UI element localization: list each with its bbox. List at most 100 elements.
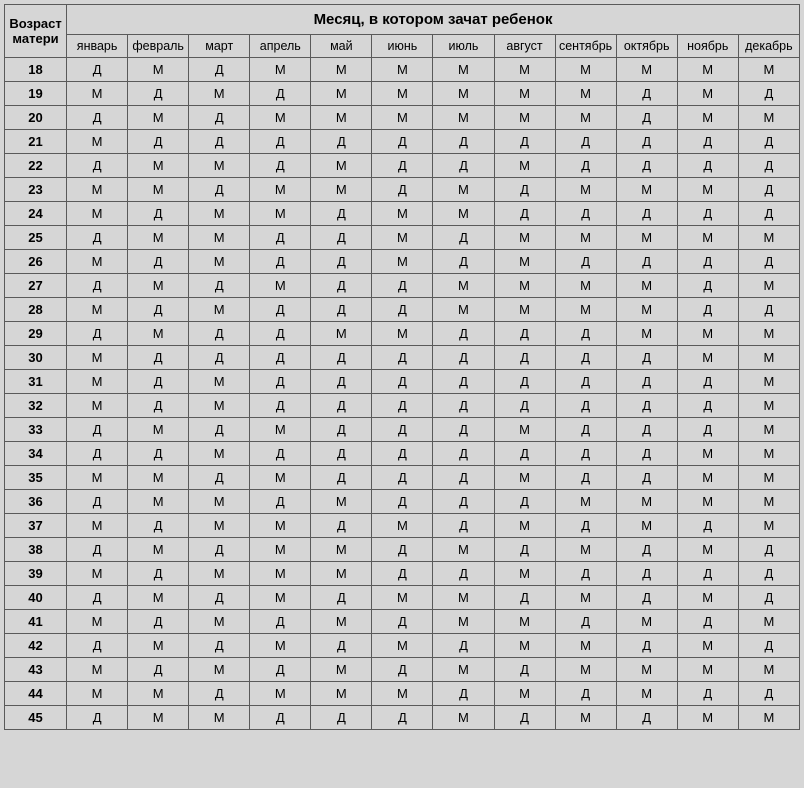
age-cell: 36 xyxy=(5,490,67,514)
value-cell: Д xyxy=(677,274,738,298)
value-cell: Д xyxy=(738,154,799,178)
value-cell: Д xyxy=(555,130,616,154)
value-cell: Д xyxy=(372,418,433,442)
value-cell: М xyxy=(128,538,189,562)
value-cell: Д xyxy=(311,586,372,610)
age-cell: 45 xyxy=(5,706,67,730)
age-cell: 20 xyxy=(5,106,67,130)
value-cell: М xyxy=(738,322,799,346)
value-cell: Д xyxy=(250,250,311,274)
value-cell: Д xyxy=(128,394,189,418)
value-cell: Д xyxy=(494,490,555,514)
value-cell: Д xyxy=(250,490,311,514)
value-cell: М xyxy=(555,82,616,106)
value-cell: Д xyxy=(189,178,250,202)
value-cell: М xyxy=(494,562,555,586)
value-cell: Д xyxy=(250,154,311,178)
value-cell: Д xyxy=(433,634,494,658)
table-row: 34ДДМДДДДДДДММ xyxy=(5,442,800,466)
month-header: январь xyxy=(67,35,128,58)
value-cell: М xyxy=(433,610,494,634)
value-cell: М xyxy=(311,106,372,130)
value-cell: М xyxy=(616,178,677,202)
table-row: 18ДМДМММММММММ xyxy=(5,58,800,82)
month-header: сентябрь xyxy=(555,35,616,58)
table-row: 21МДДДДДДДДДДД xyxy=(5,130,800,154)
value-cell: М xyxy=(433,706,494,730)
age-cell: 42 xyxy=(5,634,67,658)
value-cell: Д xyxy=(128,370,189,394)
value-cell: Д xyxy=(555,202,616,226)
value-cell: Д xyxy=(250,130,311,154)
age-cell: 23 xyxy=(5,178,67,202)
value-cell: М xyxy=(67,562,128,586)
value-cell: М xyxy=(555,178,616,202)
value-cell: М xyxy=(494,634,555,658)
value-cell: М xyxy=(128,466,189,490)
value-cell: М xyxy=(433,298,494,322)
value-cell: Д xyxy=(67,274,128,298)
value-cell: Д xyxy=(677,250,738,274)
value-cell: Д xyxy=(616,370,677,394)
value-cell: М xyxy=(738,370,799,394)
value-cell: М xyxy=(189,442,250,466)
month-header: май xyxy=(311,35,372,58)
value-cell: Д xyxy=(433,346,494,370)
value-cell: Д xyxy=(616,82,677,106)
value-cell: М xyxy=(677,658,738,682)
value-cell: М xyxy=(128,682,189,706)
value-cell: М xyxy=(738,418,799,442)
value-cell: Д xyxy=(738,298,799,322)
value-cell: М xyxy=(189,82,250,106)
table-row: 43МДМДМДМДММММ xyxy=(5,658,800,682)
value-cell: Д xyxy=(738,682,799,706)
value-cell: М xyxy=(738,706,799,730)
value-cell: Д xyxy=(433,250,494,274)
value-cell: М xyxy=(128,154,189,178)
value-cell: Д xyxy=(555,370,616,394)
value-cell: М xyxy=(311,322,372,346)
value-cell: Д xyxy=(67,106,128,130)
value-cell: М xyxy=(311,490,372,514)
value-cell: Д xyxy=(189,58,250,82)
value-cell: Д xyxy=(67,418,128,442)
value-cell: М xyxy=(250,682,311,706)
value-cell: Д xyxy=(250,226,311,250)
value-cell: Д xyxy=(189,634,250,658)
value-cell: Д xyxy=(555,154,616,178)
value-cell: Д xyxy=(372,490,433,514)
value-cell: Д xyxy=(250,706,311,730)
value-cell: Д xyxy=(677,394,738,418)
value-cell: Д xyxy=(433,154,494,178)
value-cell: Д xyxy=(677,370,738,394)
value-cell: Д xyxy=(433,682,494,706)
value-cell: М xyxy=(128,490,189,514)
age-cell: 18 xyxy=(5,58,67,82)
value-cell: М xyxy=(128,706,189,730)
age-cell: 30 xyxy=(5,346,67,370)
value-cell: Д xyxy=(372,610,433,634)
value-cell: Д xyxy=(494,202,555,226)
value-cell: М xyxy=(494,682,555,706)
value-cell: М xyxy=(433,58,494,82)
gender-prediction-table: Возраст матери Месяц, в котором зачат ре… xyxy=(4,4,800,730)
value-cell: Д xyxy=(372,562,433,586)
age-cell: 28 xyxy=(5,298,67,322)
table-row: 36ДММДМДДДММММ xyxy=(5,490,800,514)
value-cell: М xyxy=(189,226,250,250)
value-cell: Д xyxy=(128,298,189,322)
value-cell: Д xyxy=(677,202,738,226)
value-cell: М xyxy=(738,490,799,514)
value-cell: Д xyxy=(189,346,250,370)
value-cell: М xyxy=(128,322,189,346)
value-cell: М xyxy=(311,682,372,706)
value-cell: М xyxy=(616,610,677,634)
value-cell: М xyxy=(67,250,128,274)
value-cell: М xyxy=(189,658,250,682)
value-cell: Д xyxy=(555,346,616,370)
value-cell: М xyxy=(433,82,494,106)
value-cell: Д xyxy=(67,706,128,730)
value-cell: М xyxy=(738,106,799,130)
value-cell: М xyxy=(372,202,433,226)
month-header: декабрь xyxy=(738,35,799,58)
